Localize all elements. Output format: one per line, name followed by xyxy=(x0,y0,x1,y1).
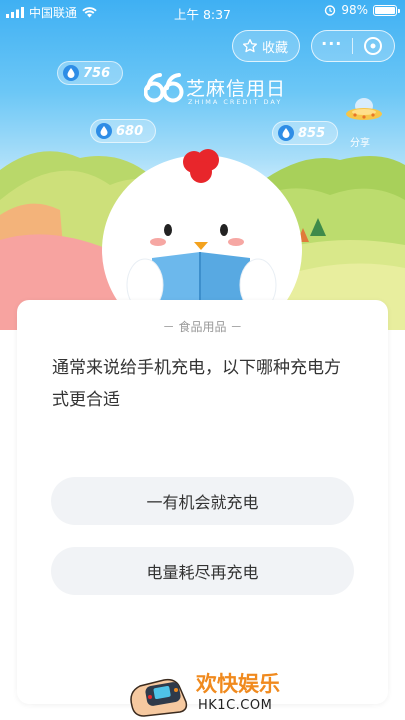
water-drop-icon xyxy=(278,125,294,141)
watermark-title: 欢快娱乐 xyxy=(196,672,280,696)
status-bar: 中国联通 上午 8:37 98% xyxy=(0,0,405,22)
close-button[interactable] xyxy=(353,36,395,56)
energy-bubble[interactable]: 680 xyxy=(90,119,156,143)
energy-value: 756 xyxy=(83,65,111,81)
share-button[interactable]: 分享 xyxy=(344,94,384,149)
close-circle-icon xyxy=(364,37,383,55)
watermark: 欢快娱乐 HK1C.COM xyxy=(124,662,294,718)
water-drop-icon xyxy=(63,65,79,81)
share-label: 分享 xyxy=(350,138,370,149)
more-button[interactable]: ··· xyxy=(312,34,352,59)
energy-value: 855 xyxy=(298,125,326,141)
logo-title: 芝麻信用日 xyxy=(186,78,287,100)
battery-icon xyxy=(373,4,400,16)
quiz-category: － 食品用品 － xyxy=(162,320,243,334)
logo-66-icon xyxy=(144,73,184,103)
water-drop-icon xyxy=(96,123,112,139)
energy-value: 680 xyxy=(116,123,144,139)
answer-option-1[interactable]: 一有机会就充电 xyxy=(51,477,354,525)
favorite-button[interactable]: 收藏 xyxy=(232,30,300,62)
battery-fill xyxy=(375,6,395,14)
ufo-icon xyxy=(346,98,382,120)
answer-option-2[interactable]: 电量耗尽再充电 xyxy=(51,547,354,595)
energy-bubble[interactable]: 855 xyxy=(272,121,338,145)
gamepad-hand-icon xyxy=(130,678,188,717)
favorite-label: 收藏 xyxy=(262,40,289,56)
watermark-domain: HK1C.COM xyxy=(198,698,273,713)
capsule-menu: ··· xyxy=(311,30,395,62)
battery-percent: 98% xyxy=(341,3,368,17)
star-icon xyxy=(243,39,257,53)
energy-bubble[interactable]: 756 xyxy=(57,61,123,85)
quiz-card: － 食品用品 － 通常来说给手机充电，以下哪种充电方式更合适 一有机会就充电 电… xyxy=(17,300,388,704)
alarm-icon xyxy=(325,5,336,16)
logo-subtitle: ZHIMA CREDIT DAY xyxy=(188,98,283,106)
status-right: 98% xyxy=(324,3,400,17)
quiz-question: 通常来说给手机充电，以下哪种充电方式更合适 xyxy=(52,358,341,410)
